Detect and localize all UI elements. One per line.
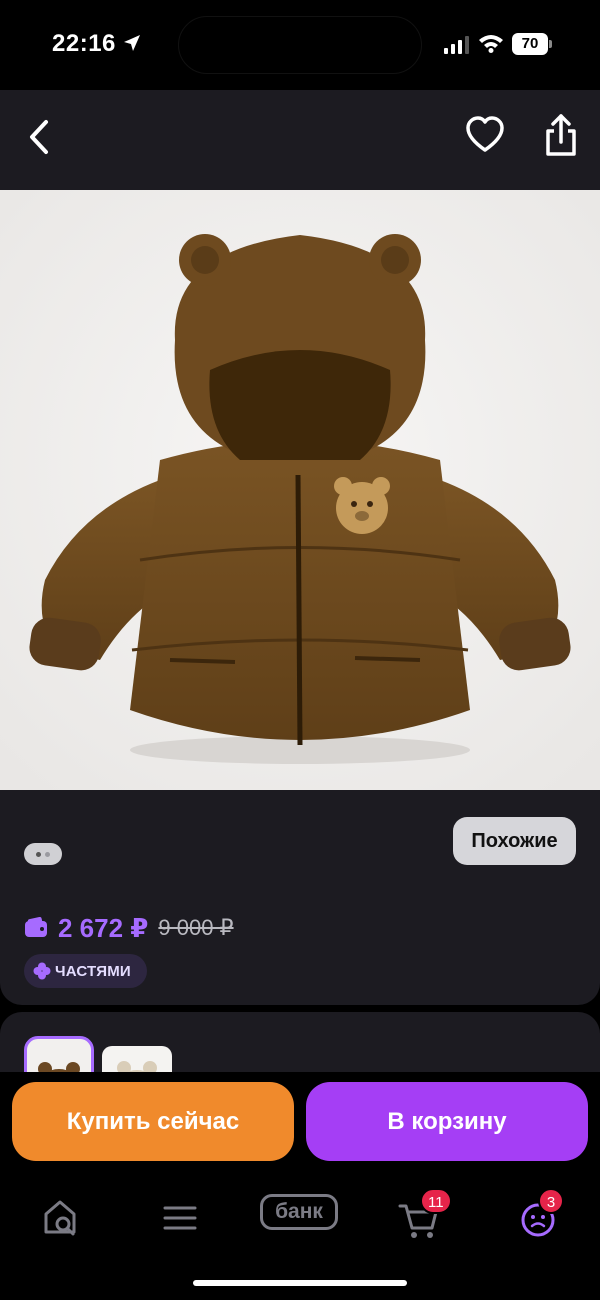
old-price: 9 000 ₽: [158, 915, 234, 940]
similar-button[interactable]: Похожие: [453, 817, 576, 865]
gallery-pager: [24, 843, 62, 865]
pager-dot: [45, 852, 50, 857]
top-nav: [0, 90, 600, 190]
heart-icon: [466, 116, 504, 152]
favorite-button[interactable]: [462, 110, 508, 160]
tab-cart[interactable]: 11: [388, 1188, 452, 1248]
profile-badge: 3: [538, 1188, 564, 1214]
dynamic-island: [178, 16, 422, 74]
location-arrow-icon: [124, 35, 140, 51]
back-button[interactable]: [20, 112, 60, 162]
battery-tip: [549, 40, 552, 48]
status-bar: 22:16 70: [0, 0, 600, 90]
add-to-cart-button[interactable]: В корзину: [306, 1082, 588, 1161]
price-row: 2 672 ₽ 9 000 ₽: [24, 912, 234, 944]
product-info: Похожие 2 672 ₽ 9 000 ₽ ЧАСТЯМИ: [0, 790, 600, 1005]
battery-level: 70: [512, 33, 548, 55]
installments-badge[interactable]: ЧАСТЯМИ: [24, 954, 147, 988]
jacket-illustration: [0, 190, 600, 790]
bottom-tab-bar: банк 11 3: [0, 1172, 600, 1300]
tab-catalog[interactable]: [150, 1188, 210, 1248]
home-search-icon: [44, 1200, 76, 1236]
cellular-signal-icon: [444, 36, 469, 54]
wifi-icon: [479, 35, 503, 53]
pager-dot-active: [36, 852, 41, 857]
current-price: 2 672 ₽: [58, 912, 149, 943]
wallet-icon: [25, 917, 47, 937]
action-bar: Купить сейчас В корзину: [0, 1072, 600, 1172]
menu-icon: [163, 1206, 197, 1230]
home-indicator: [193, 1280, 407, 1286]
tab-bank[interactable]: банк: [258, 1188, 342, 1248]
tab-profile[interactable]: 3: [508, 1188, 568, 1248]
battery-indicator: 70: [512, 33, 552, 55]
chevron-left-icon: [30, 120, 48, 154]
bank-label: банк: [260, 1194, 338, 1230]
clover-icon: [33, 962, 51, 980]
product-image[interactable]: [0, 190, 600, 790]
tab-home-search[interactable]: [32, 1188, 92, 1248]
share-button[interactable]: [538, 110, 584, 162]
share-icon: [546, 114, 576, 156]
cart-badge: 11: [420, 1188, 452, 1214]
installments-label: ЧАСТЯМИ: [55, 962, 131, 980]
status-time: 22:16: [52, 30, 116, 57]
buy-now-button[interactable]: Купить сейчас: [12, 1082, 294, 1161]
